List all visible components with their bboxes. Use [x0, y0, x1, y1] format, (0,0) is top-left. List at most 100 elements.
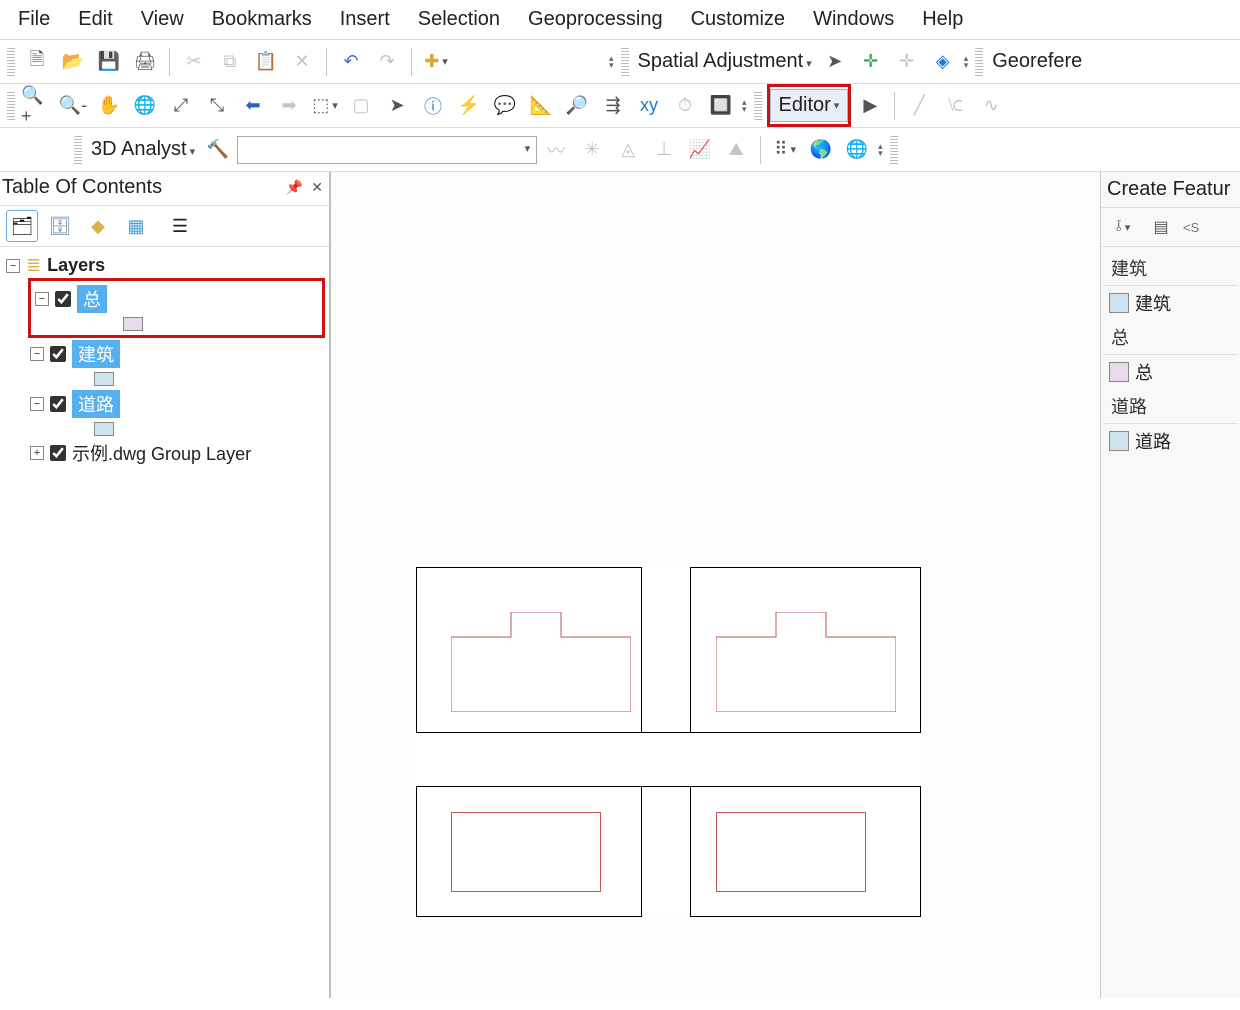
menu-geoprocessing[interactable]: Geoprocessing	[514, 2, 677, 37]
link-mod-icon[interactable]: ✛	[890, 45, 924, 79]
pointer-icon[interactable]: ➤	[380, 89, 414, 123]
profile-graph-icon[interactable]: ⛰	[719, 133, 753, 167]
print-icon[interactable]: 🖨	[128, 45, 162, 79]
georeferencing-dropdown[interactable]: Georefere	[988, 50, 1086, 73]
zoom-fixed-in-icon[interactable]: ⤢	[164, 89, 198, 123]
toolbar-grip-icon[interactable]	[7, 92, 15, 120]
menu-help[interactable]: Help	[908, 2, 977, 37]
search-templates-input[interactable]: <S	[1183, 220, 1199, 235]
los-icon[interactable]: ◬	[611, 133, 645, 167]
toc-symbol-row[interactable]	[92, 370, 325, 388]
filter-templates-icon[interactable]: ⫱	[1107, 212, 1139, 242]
collapse-icon[interactable]: −	[6, 259, 20, 273]
editor-dropdown[interactable]: Editor	[770, 89, 849, 122]
zoom-out-icon[interactable]: 🔍-	[56, 89, 90, 123]
close-icon[interactable]: ✕	[311, 179, 323, 196]
stepper-icon[interactable]: ▴▾	[962, 53, 971, 71]
new-doc-icon[interactable]: 🗎	[20, 45, 54, 79]
edit-tool-arc-icon[interactable]: ⟈	[938, 89, 972, 123]
toolbar-grip-icon[interactable]	[7, 48, 15, 76]
map-canvas[interactable]	[330, 172, 1100, 998]
toc-layer-row[interactable]: − 总	[33, 283, 320, 315]
full-extent-globe-icon[interactable]: 🌐	[128, 89, 162, 123]
spatial-adjustment-dropdown[interactable]: Spatial Adjustment	[634, 50, 816, 73]
toc-layer-label[interactable]: 总	[77, 285, 107, 313]
menu-customize[interactable]: Customize	[677, 2, 799, 37]
list-by-source-icon[interactable]: 🗄	[44, 210, 76, 242]
select-arrow-icon[interactable]: ➤	[818, 45, 852, 79]
open-folder-icon[interactable]: 📂	[56, 45, 90, 79]
goto-xy-icon[interactable]: xy	[632, 89, 666, 123]
cf-template-item[interactable]: 道路	[1103, 424, 1238, 458]
collapse-icon[interactable]: −	[30, 347, 44, 361]
clear-selection-icon[interactable]: ▢	[344, 89, 378, 123]
point-height-icon[interactable]: ⊥	[647, 133, 681, 167]
menu-windows[interactable]: Windows	[799, 2, 908, 37]
arcglobe-icon[interactable]: 🌐	[840, 133, 874, 167]
list-by-selection-icon[interactable]: ▦	[120, 210, 152, 242]
add-data-icon[interactable]: ✚	[419, 45, 453, 79]
toc-root-label[interactable]: Layers	[47, 255, 105, 276]
toolbar-grip-icon[interactable]	[975, 48, 983, 76]
link-new-icon[interactable]: ✛	[854, 45, 888, 79]
html-popup-icon[interactable]: 💬	[488, 89, 522, 123]
menu-bookmarks[interactable]: Bookmarks	[198, 2, 326, 37]
find-icon[interactable]: 🔎	[560, 89, 594, 123]
time-slider-icon[interactable]: ⏱	[668, 89, 702, 123]
toc-visibility-checkbox[interactable]	[50, 396, 66, 412]
menu-edit[interactable]: Edit	[64, 2, 126, 37]
toc-symbol-row[interactable]	[92, 420, 325, 438]
zoom-in-icon[interactable]: 🔍+	[20, 89, 54, 123]
delete-icon[interactable]: ✕	[285, 45, 319, 79]
toc-layer-label[interactable]: 建筑	[72, 340, 120, 368]
symbol-swatch-icon[interactable]	[94, 372, 114, 386]
expand-icon[interactable]: +	[30, 446, 44, 460]
stepper-icon[interactable]: ▴▾	[876, 141, 885, 159]
cut-icon[interactable]: ✂	[177, 45, 211, 79]
toc-options-icon[interactable]: ☰	[164, 210, 196, 242]
toc-layer-label[interactable]: 道路	[72, 390, 120, 418]
toc-layer-row[interactable]: − 建筑	[28, 338, 325, 370]
edit-tool-icon[interactable]: ▶	[853, 89, 887, 123]
scale-stepper-icon[interactable]: ▴▾	[607, 53, 616, 71]
viewer-window-icon[interactable]: 🔲	[704, 89, 738, 123]
copy-icon[interactable]: ⧉	[213, 45, 247, 79]
collapse-icon[interactable]: −	[30, 397, 44, 411]
pan-hand-icon[interactable]: ✋	[92, 89, 126, 123]
hammer-options-icon[interactable]: 🔨	[201, 133, 235, 167]
menu-insert[interactable]: Insert	[326, 2, 404, 37]
menu-view[interactable]: View	[127, 2, 198, 37]
list-by-drawing-order-icon[interactable]: 🗂	[6, 210, 38, 242]
organize-templates-icon[interactable]: ▤	[1145, 212, 1177, 242]
arcscene-icon[interactable]: 🌎	[804, 133, 838, 167]
3d-analyst-dropdown[interactable]: 3D Analyst	[87, 138, 199, 161]
paste-icon[interactable]: 📋	[249, 45, 283, 79]
steepest-icon[interactable]: ✳	[575, 133, 609, 167]
toc-root-row[interactable]: − ≣ Layers	[4, 253, 325, 278]
toc-visibility-checkbox[interactable]	[50, 445, 66, 461]
find-route-icon[interactable]: ⇶	[596, 89, 630, 123]
toc-group-layer-label[interactable]: 示例.dwg Group Layer	[72, 440, 251, 466]
cf-template-item[interactable]: 总	[1103, 355, 1238, 389]
toolbar-grip-icon[interactable]	[754, 92, 762, 120]
interpolate-line-icon[interactable]: 📈	[683, 133, 717, 167]
toolbar-grip-icon[interactable]	[74, 136, 82, 164]
select-features-icon[interactable]: ⬚	[308, 89, 342, 123]
stepper-icon[interactable]: ▴▾	[740, 97, 749, 115]
menu-file[interactable]: File	[4, 2, 64, 37]
measure-icon[interactable]: 📐	[524, 89, 558, 123]
edit-tool-line-icon[interactable]: ╱	[902, 89, 936, 123]
layer-combo[interactable]	[237, 136, 537, 164]
edit-tool-curve-icon[interactable]: ∿	[974, 89, 1008, 123]
collapse-icon[interactable]: −	[35, 292, 49, 306]
toc-group-layer-row[interactable]: + 示例.dwg Group Layer	[28, 438, 325, 468]
undo-icon[interactable]: ↶	[334, 45, 368, 79]
toolbar-grip-icon[interactable]	[890, 136, 898, 164]
toc-symbol-row[interactable]	[121, 315, 320, 333]
symbol-swatch-icon[interactable]	[94, 422, 114, 436]
identify-icon[interactable]: ⓘ	[416, 89, 450, 123]
toc-visibility-checkbox[interactable]	[50, 346, 66, 362]
hyperlink-icon[interactable]: ⚡	[452, 89, 486, 123]
symbol-swatch-icon[interactable]	[123, 317, 143, 331]
list-by-visibility-icon[interactable]: ◆	[82, 210, 114, 242]
